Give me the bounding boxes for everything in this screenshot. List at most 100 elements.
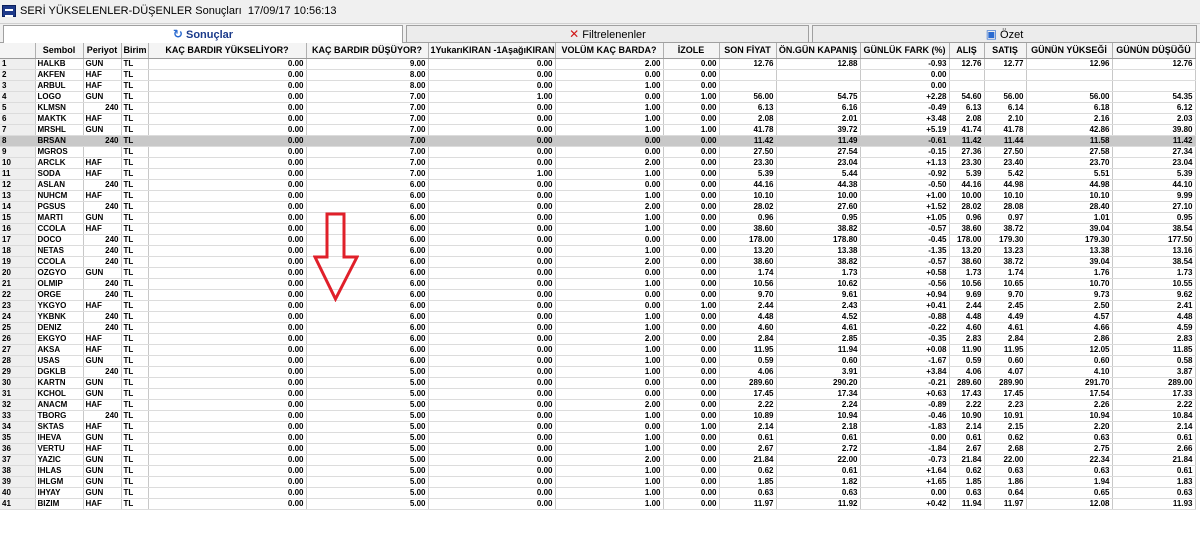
table-row[interactable]: 12 ASLAN 240 TL 0.00 6.00 0.00 0.00 0.00 44.16 44.… [0, 179, 1196, 191]
column-header[interactable] [0, 43, 36, 59]
falling-bars-cell: 5.00 [306, 487, 429, 499]
isolate-cell: 0.00 [663, 399, 720, 411]
column-header[interactable]: ÖN.GÜN KAPANIŞ [776, 43, 861, 59]
prev-close-cell: 5.44 [776, 168, 861, 180]
table-row[interactable]: 7 MRSHL GUN TL 0.00 7.00 0.00 1.00 1.00 41.78 39.7… [0, 124, 1196, 136]
column-header[interactable]: VOLÜM KAÇ BARDA? [555, 43, 664, 59]
table-row[interactable]: 40 IHYAY GUN TL 0.00 5.00 0.00 1.00 0.00 0.63 0.63… [0, 487, 1196, 499]
table-row[interactable]: 34 SKTAS HAF TL 0.00 5.00 0.00 0.00 1.00 2.14 2.18… [0, 421, 1196, 433]
symbol-cell: KLMSN [35, 102, 84, 114]
daily-change-cell: -0.57 [860, 256, 950, 268]
table-row[interactable]: 6 MAKTK HAF TL 0.00 7.00 0.00 1.00 0.00 2.08 2.01 +… [0, 113, 1196, 125]
table-row[interactable]: 32 ANACM HAF TL 0.00 5.00 0.00 2.00 0.00 2.22 2.24… [0, 399, 1196, 411]
bid-cell: 11.42 [949, 135, 985, 147]
column-header[interactable]: GÜNÜN YÜKSEĞİ [1026, 43, 1113, 59]
table-row[interactable]: 9 MGROS TL 0.00 7.00 0.00 0.00 0.00 27.50 27.54 -0… [0, 146, 1196, 158]
unit-cell: TL [121, 465, 149, 477]
isolate-cell: 0.00 [663, 113, 720, 125]
ask-cell: 2.68 [984, 443, 1027, 455]
day-high-cell: 0.65 [1026, 487, 1113, 499]
table-row[interactable]: 23 YKGYO HAF TL 0.00 6.00 0.00 0.00 1.00 2.44 2.43… [0, 300, 1196, 312]
table-row[interactable]: 8 BRSAN 240 TL 0.00 7.00 0.00 0.00 0.00 11.42 11.4… [0, 135, 1196, 147]
last-price-cell: 2.84 [719, 333, 777, 345]
column-header[interactable]: SON FİYAT [719, 43, 777, 59]
rising-bars-cell: 0.00 [148, 377, 307, 389]
table-row[interactable]: 3 ARBUL HAF TL 0.00 8.00 0.00 1.00 0.00 0.00 [0, 80, 1196, 92]
row-number: 39 [0, 476, 36, 488]
column-header[interactable]: GÜNLÜK FARK (%) [860, 43, 950, 59]
results-grid[interactable]: Sembol Periyot Birim KAÇ BARDIR YÜKSELİYOR?… [0, 43, 1200, 542]
row-number: 40 [0, 487, 36, 499]
column-header[interactable]: Periyot [83, 43, 122, 59]
falling-bars-cell: 5.00 [306, 432, 429, 444]
table-row[interactable]: 11 SODA HAF TL 0.00 7.00 1.00 1.00 0.00 5.39 5.44-… [0, 168, 1196, 180]
column-header[interactable]: Birim [121, 43, 149, 59]
x-icon: ✕ [569, 27, 580, 41]
period-cell: GUN [83, 124, 122, 136]
row-number: 15 [0, 212, 36, 224]
ask-cell: 1.86 [984, 476, 1027, 488]
row-number: 26 [0, 333, 36, 345]
table-row[interactable]: 28 USAS GUN TL 0.00 6.00 0.00 1.00 0.00 0.59 0.60-… [0, 355, 1196, 367]
table-row[interactable]: 39 IHLGM GUN TL 0.00 5.00 0.00 1.00 0.00 1.85 1.82… [0, 476, 1196, 488]
last-price-cell: 1.85 [719, 476, 777, 488]
prev-close-cell: 178.80 [776, 234, 861, 246]
table-row[interactable]: 2 AKFEN HAF TL 0.00 8.00 0.00 0.00 0.00 0.00 [0, 69, 1196, 81]
table-row[interactable]: 24 YKBNK 240 TL 0.00 6.00 0.00 1.00 0.00 4.48 4.52… [0, 311, 1196, 323]
tab-ozet[interactable]: ▣ Özet [812, 25, 1197, 42]
daily-change-cell: +0.94 [860, 289, 950, 301]
column-header[interactable]: İZOLE [663, 43, 720, 59]
period-cell: 240 [83, 410, 122, 422]
tab-sonuclar[interactable]: ↻ Sonuçlar [3, 25, 403, 43]
column-header[interactable]: GÜNÜN DÜŞÜĞÜ [1112, 43, 1196, 59]
day-high-cell: 4.66 [1026, 322, 1113, 334]
table-row[interactable]: 10 ARCLK HAF TL 0.00 7.00 0.00 2.00 0.00 23.30 23.… [0, 157, 1196, 169]
table-row[interactable]: 19 CCOLA 240 TL 0.00 6.00 0.00 2.00 0.00 38.60 38.… [0, 256, 1196, 268]
table-row[interactable]: 15 MARTI GUN TL 0.00 6.00 0.00 1.00 0.00 0.96 0.95… [0, 212, 1196, 224]
daily-change-cell: +1.00 [860, 190, 950, 202]
column-header[interactable]: ALIŞ [949, 43, 985, 59]
last-price-cell: 44.16 [719, 179, 777, 191]
table-row[interactable]: 27 AKSA HAF TL 0.00 6.00 0.00 1.00 0.00 11.95 11.9… [0, 344, 1196, 356]
table-row[interactable]: 35 IHEVA GUN TL 0.00 5.00 0.00 1.00 0.00 0.61 0.61… [0, 432, 1196, 444]
table-row[interactable]: 26 EKGYO HAF TL 0.00 6.00 0.00 2.00 0.00 2.84 2.85… [0, 333, 1196, 345]
table-row[interactable]: 13 NUHCM HAF TL 0.00 6.00 0.00 1.00 0.00 10.10 10.… [0, 190, 1196, 202]
table-row[interactable]: 17 DOCO 240 TL 0.00 6.00 0.00 0.00 0.00 178.00 178… [0, 234, 1196, 246]
table-row[interactable]: 38 IHLAS GUN TL 0.00 5.00 0.00 1.00 0.00 0.62 0.61… [0, 465, 1196, 477]
table-row[interactable]: 20 OZGYO GUN TL 0.00 6.00 0.00 0.00 0.00 1.74 1.73… [0, 267, 1196, 279]
tab-filtrelenenler[interactable]: ✕ Filtrelenenler [406, 25, 809, 42]
column-header[interactable]: Sembol [35, 43, 84, 59]
table-row[interactable]: 25 DENIZ 240 TL 0.00 6.00 0.00 1.00 0.00 4.60 4.61… [0, 322, 1196, 334]
unit-cell: TL [121, 234, 149, 246]
table-row[interactable]: 37 YAZIC GUN TL 0.00 5.00 0.00 2.00 0.00 21.84 22.… [0, 454, 1196, 466]
table-row[interactable]: 29 DGKLB 240 TL 0.00 5.00 0.00 1.00 0.00 4.06 3.91… [0, 366, 1196, 378]
column-header[interactable]: KAÇ BARDIR YÜKSELİYOR? [148, 43, 307, 59]
table-row[interactable]: 22 ORGE 240 TL 0.00 6.00 0.00 0.00 0.00 9.70 9.61 +… [0, 289, 1196, 301]
breakout-cell: 0.00 [428, 146, 556, 158]
daily-change-cell: -0.88 [860, 311, 950, 323]
unit-cell: TL [121, 212, 149, 224]
isolate-cell: 1.00 [663, 124, 720, 136]
table-row[interactable]: 41 BIZIM HAF TL 0.00 5.00 0.00 1.00 0.00 11.97 11.… [0, 498, 1196, 510]
table-row[interactable]: 4 LOGO GUN TL 0.00 7.00 1.00 0.00 1.00 56.00 54.75… [0, 91, 1196, 103]
table-row[interactable]: 30 KARTN GUN TL 0.00 5.00 0.00 0.00 0.00 289.60 29… [0, 377, 1196, 389]
table-row[interactable]: 1 HALKB GUN TL 0.00 9.00 0.00 2.00 0.00 12.76 12.8… [0, 58, 1196, 70]
column-header[interactable]: KAÇ BARDIR DÜŞÜYOR? [306, 43, 429, 59]
day-low-cell [1112, 69, 1196, 81]
table-row[interactable]: 36 VERTU HAF TL 0.00 5.00 0.00 1.00 0.00 2.67 2.72… [0, 443, 1196, 455]
daily-change-cell: -0.93 [860, 58, 950, 70]
table-row[interactable]: 31 KCHOL GUN TL 0.00 5.00 0.00 0.00 0.00 17.45 17.… [0, 388, 1196, 400]
table-row[interactable]: 5 KLMSN 240 TL 0.00 7.00 0.00 1.00 0.00 6.13 6.16-… [0, 102, 1196, 114]
table-row[interactable]: 18 NETAS 240 TL 0.00 6.00 0.00 1.00 0.00 13.20 13.… [0, 245, 1196, 257]
table-row[interactable]: 33 TBORG 240 TL 0.00 5.00 0.00 1.00 0.00 10.89 10.… [0, 410, 1196, 422]
symbol-cell: DOCO [35, 234, 84, 246]
isolate-cell: 0.00 [663, 234, 720, 246]
column-header[interactable]: SATIŞ [984, 43, 1027, 59]
table-row[interactable]: 16 CCOLA HAF TL 0.00 6.00 0.00 1.00 0.00 38.60 38.… [0, 223, 1196, 235]
falling-bars-cell: 5.00 [306, 498, 429, 510]
period-cell: HAF [83, 333, 122, 345]
last-price-cell: 23.30 [719, 157, 777, 169]
table-row[interactable]: 14 PGSUS 240 TL 0.00 6.00 0.00 2.00 0.00 28.02 27.… [0, 201, 1196, 213]
table-row[interactable]: 21 OLMIP 240 TL 0.00 6.00 0.00 1.00 0.00 10.56 10.… [0, 278, 1196, 290]
column-header[interactable]: 1YukarıKIRAN -1AşağıKIRAN [428, 43, 556, 59]
